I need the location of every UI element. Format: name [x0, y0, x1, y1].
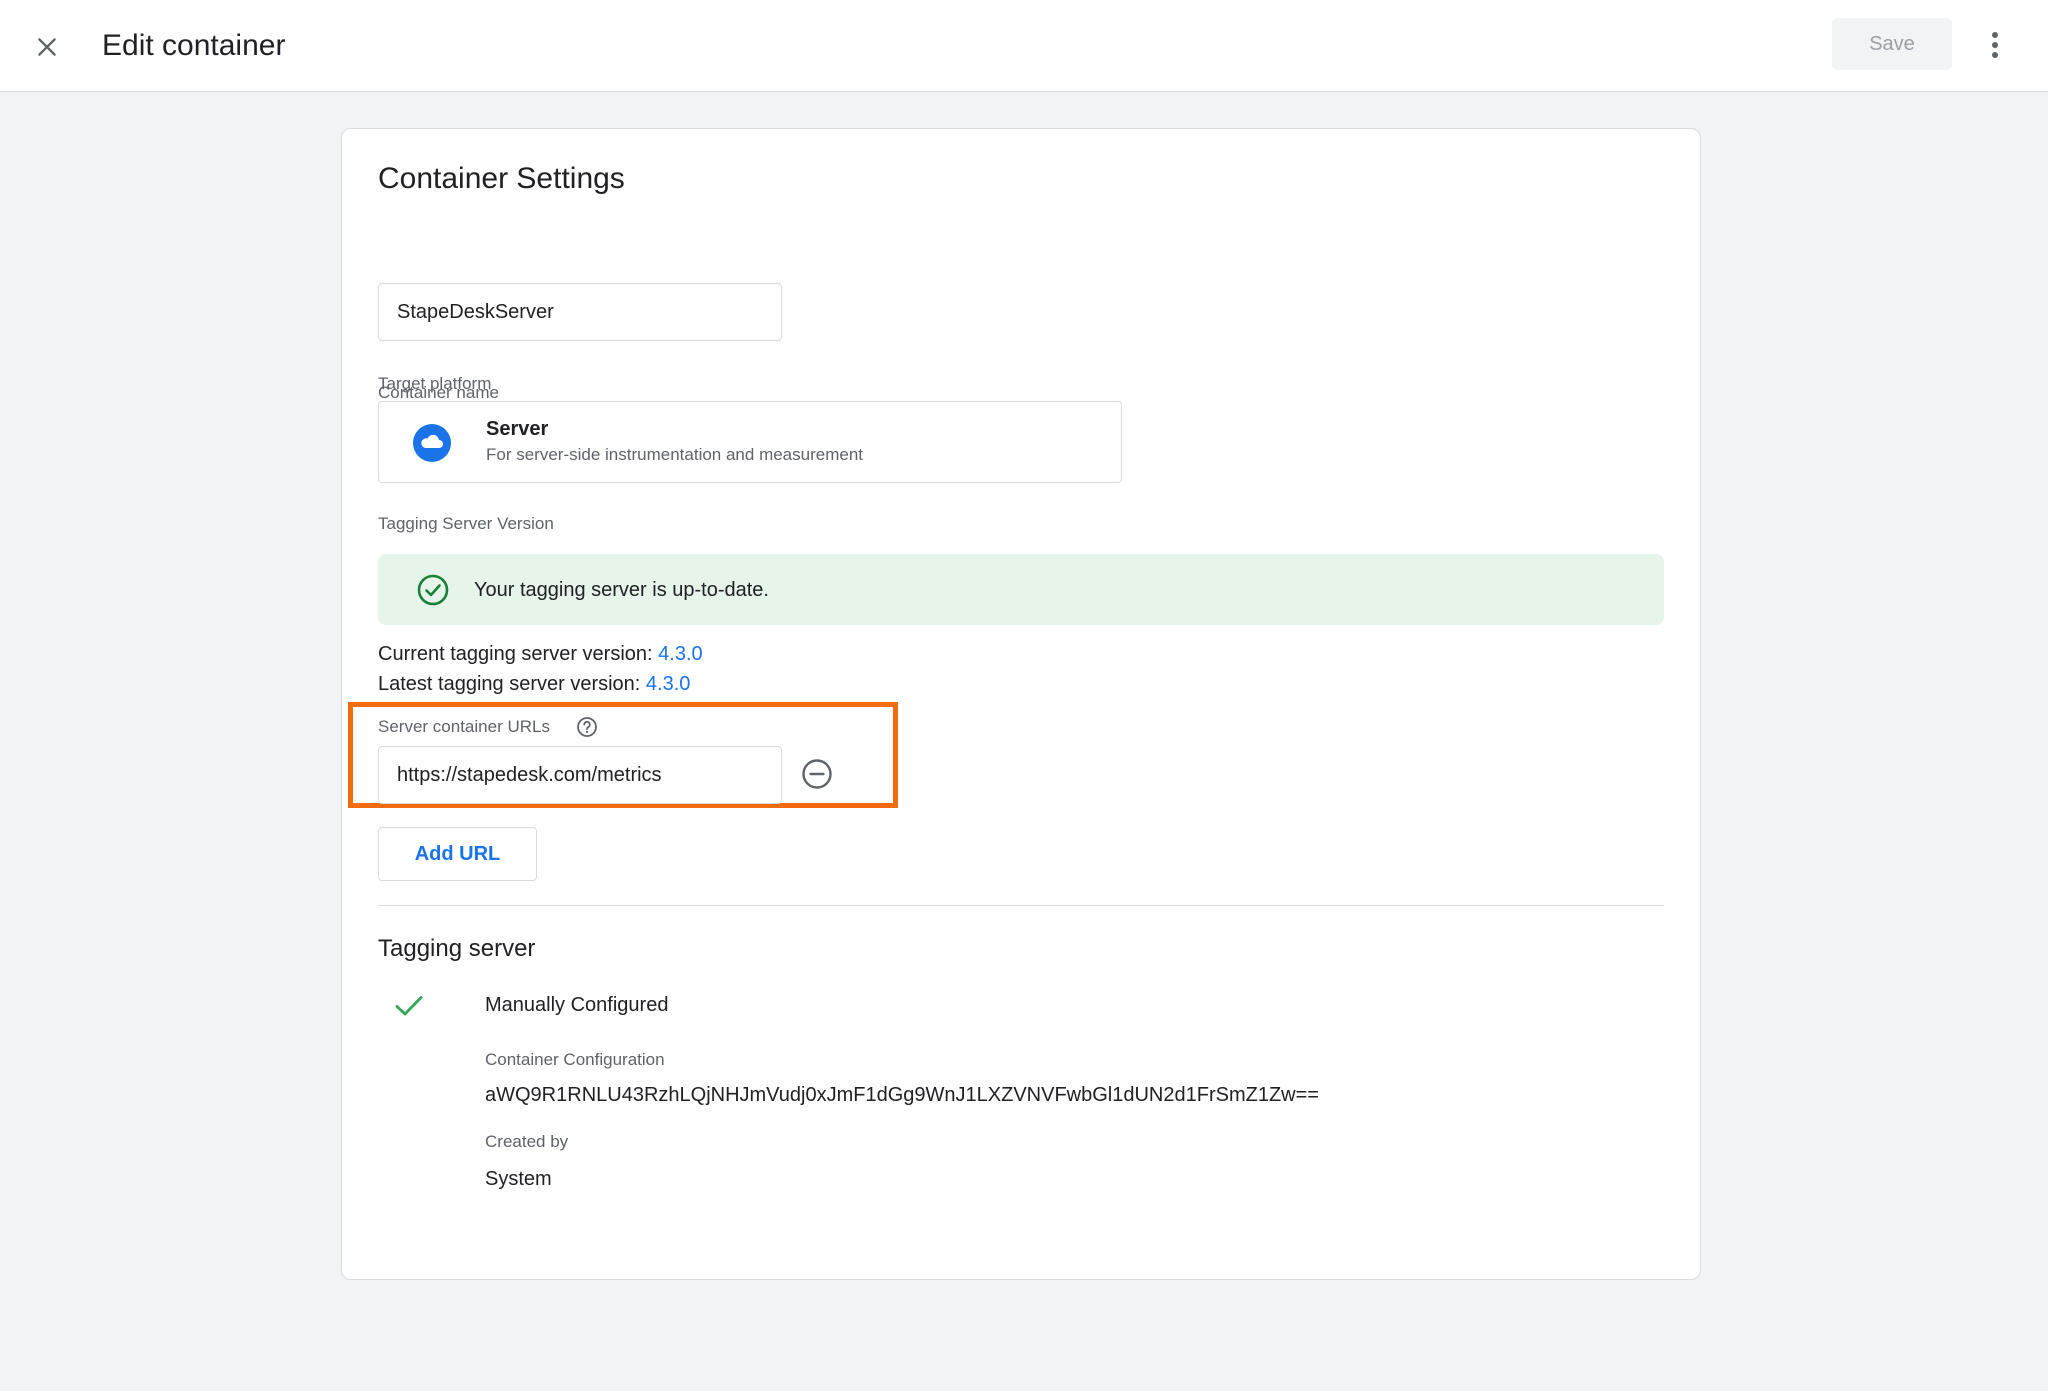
close-icon	[38, 38, 56, 56]
top-app-bar: Edit container Save	[0, 0, 2048, 92]
status-message: Your tagging server is up-to-date.	[474, 579, 769, 601]
check-icon	[395, 996, 423, 1016]
container-configuration-label: Container Configuration	[485, 1050, 665, 1069]
platform-description: For server-side instrumentation and meas…	[486, 445, 863, 464]
target-platform-label: Target platform	[378, 374, 492, 393]
more-vert-icon	[1992, 32, 1998, 58]
card-title: Container Settings	[378, 162, 625, 195]
close-button[interactable]	[22, 22, 72, 72]
server-container-url-input[interactable]	[378, 746, 782, 804]
check-circle-icon	[417, 574, 449, 606]
up-to-date-status-banner: Your tagging server is up-to-date.	[378, 554, 1664, 625]
tagging-server-mode: Manually Configured	[485, 994, 669, 1016]
platform-name: Server	[486, 418, 549, 440]
container-name-input[interactable]	[378, 283, 782, 341]
tagging-server-title: Tagging server	[378, 935, 536, 962]
section-divider	[378, 905, 1664, 906]
current-version-label: Current tagging server version:	[378, 643, 659, 665]
more-options-button[interactable]	[1975, 20, 2015, 70]
tagging-server-version-label: Tagging Server Version	[378, 514, 554, 533]
help-icon[interactable]	[576, 716, 598, 738]
add-url-button[interactable]: Add URL	[378, 827, 537, 881]
save-button[interactable]: Save	[1832, 18, 1952, 70]
remove-circle-icon[interactable]	[800, 757, 834, 791]
latest-version-line: Latest tagging server version: 4.3.0	[378, 671, 690, 697]
latest-version-label: Latest tagging server version:	[378, 673, 646, 695]
container-configuration-value: aWQ9R1RNLU43RzhLQjNHJmVudj0xJmF1dGg9WnJ1…	[485, 1084, 1319, 1106]
target-platform-box: Server For server-side instrumentation a…	[378, 401, 1122, 483]
created-by-label: Created by	[485, 1132, 569, 1151]
current-version-line: Current tagging server version: 4.3.0	[378, 641, 703, 667]
created-by-value: System	[485, 1168, 552, 1190]
container-settings-card: Container Settings Container name Target…	[341, 128, 1701, 1280]
cloud-icon	[413, 424, 451, 462]
current-version-link[interactable]: 4.3.0	[658, 643, 702, 665]
latest-version-link[interactable]: 4.3.0	[646, 673, 690, 695]
server-container-urls-label: Server container URLs	[378, 717, 550, 736]
page-title: Edit container	[102, 29, 286, 62]
